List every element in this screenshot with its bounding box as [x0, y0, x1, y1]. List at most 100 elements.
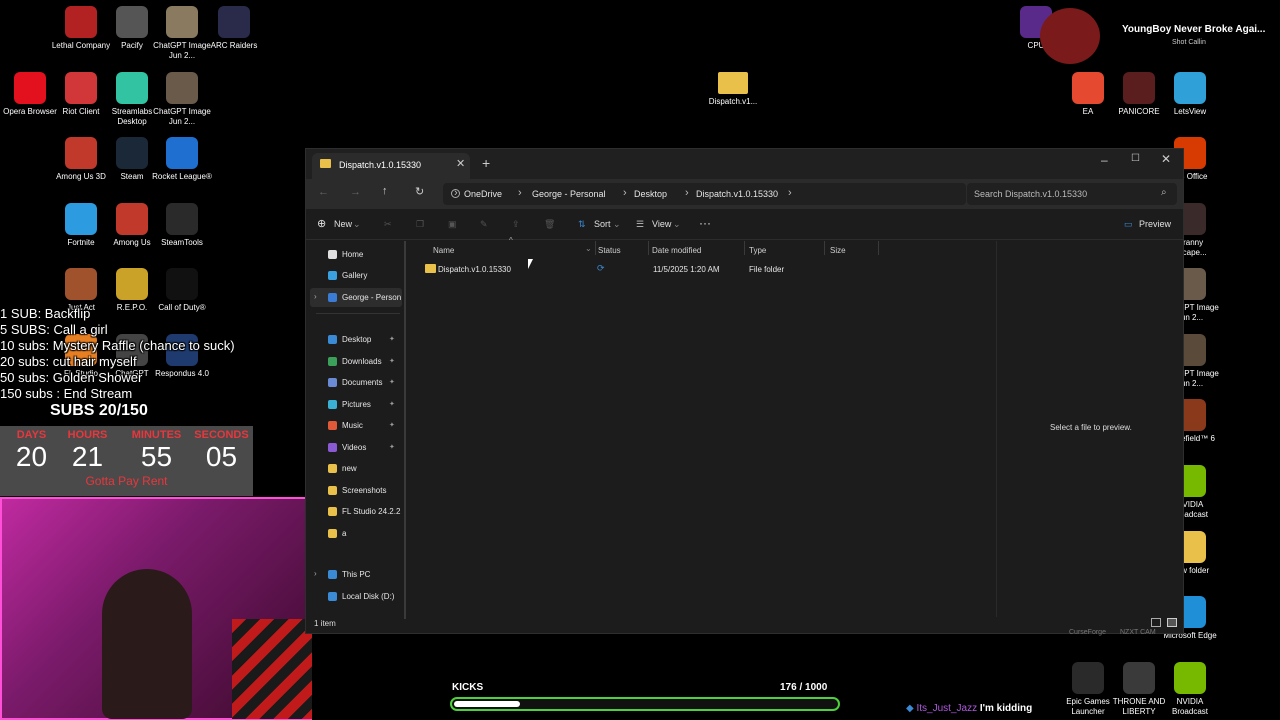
pin-icon[interactable]: ✦ — [389, 378, 395, 386]
desktop-icon-label: Rocket League® — [152, 172, 212, 181]
nav-item-label: Documents — [342, 378, 383, 387]
preview-button[interactable]: Preview — [1139, 219, 1171, 229]
app-icon — [166, 268, 198, 300]
pin-icon[interactable]: ✦ — [389, 357, 395, 365]
paste-icon[interactable]: ▣ — [448, 219, 457, 230]
refresh-icon[interactable]: ↻ — [415, 185, 424, 198]
app-icon — [116, 203, 148, 235]
close-tab-icon[interactable]: ✕ — [456, 157, 465, 170]
desktop-folder-label: Dispatch.v1... — [708, 97, 758, 106]
breadcrumb-george[interactable]: George - Personal — [532, 189, 606, 199]
command-bar: ⊕ New ⌄ ✂ ❐ ▣ ✎ ⇪ 🗑 ⇅ Sort ⌄ ☰ View ⌄ ··… — [306, 211, 1183, 240]
new-tab-icon[interactable]: + — [482, 155, 490, 171]
app-icon — [166, 6, 198, 38]
more-options-button[interactable]: ··· — [699, 216, 711, 230]
chevron-down-icon: ⌄ — [585, 244, 592, 253]
rename-icon[interactable]: ✎ — [480, 219, 488, 230]
row-type: File folder — [749, 265, 785, 274]
desktop-icon[interactable]: NVIDIA Broadcast — [1160, 662, 1220, 717]
delete-icon[interactable]: 🗑 — [544, 219, 555, 230]
app-icon — [1072, 72, 1104, 104]
column-date-modified[interactable]: Date modified — [652, 246, 701, 255]
chevron-down-icon: ⌄ — [673, 219, 681, 229]
navigation-pane: Home Gallery George - Person › Desktop ✦ Downl… — [306, 241, 406, 621]
pin-icon[interactable]: ✦ — [389, 335, 395, 343]
mouse-cursor-icon — [528, 259, 533, 269]
desktop-icon-label: Steam — [120, 172, 144, 181]
chevron-right-icon: › — [518, 187, 522, 199]
column-separator[interactable] — [744, 241, 745, 255]
column-status[interactable]: Status — [598, 246, 621, 255]
up-icon[interactable]: ↑ — [382, 185, 388, 197]
desktop-icon[interactable]: ChatGPT Image Jun 2... — [152, 6, 212, 61]
column-separator[interactable] — [878, 241, 879, 255]
column-separator[interactable] — [595, 241, 596, 255]
details-view-icon[interactable] — [1151, 618, 1161, 627]
maximize-icon[interactable]: ☐ — [1131, 153, 1140, 164]
preview-pane-icon: ▭ — [1124, 219, 1133, 229]
column-size[interactable]: Size — [830, 246, 846, 255]
nav-item-label: This PC — [342, 570, 371, 579]
breadcrumb-desktop[interactable]: Desktop — [634, 189, 667, 199]
tiles-view-icon[interactable] — [1167, 618, 1177, 627]
sort-button[interactable]: Sort — [594, 219, 611, 229]
nav-scrollbar[interactable] — [404, 241, 406, 619]
curseforge-label: CurseForge — [1069, 629, 1106, 636]
share-icon[interactable]: ⇪ — [512, 219, 520, 230]
desktop-icon[interactable]: SteamTools — [152, 203, 212, 248]
desktop-icon-label: PANICORE — [1118, 107, 1160, 116]
back-icon[interactable]: ← — [318, 186, 329, 198]
desktop-icon[interactable]: ARC Raiders — [204, 6, 264, 51]
breadcrumb-onedrive[interactable]: OneDrive — [464, 189, 502, 199]
sort-up-icon: ^ — [509, 236, 513, 245]
column-separator[interactable] — [648, 241, 649, 255]
nav-item-label: Home — [342, 250, 364, 259]
chevron-right-icon[interactable]: › — [314, 292, 317, 301]
desktop-icon[interactable]: ChatGPT Image Jun 2... — [152, 72, 212, 127]
desktop-icon-label: R.E.P.O. — [116, 303, 148, 312]
preview-message: Select a file to preview. — [1050, 423, 1132, 432]
status-item-count: 1 item — [314, 619, 336, 628]
pin-icon[interactable]: ✦ — [389, 400, 395, 408]
chevron-right-icon[interactable]: › — [314, 569, 317, 578]
desktop-icon-label: Call of Duty® — [158, 303, 206, 312]
column-separator[interactable] — [824, 241, 825, 255]
nav-item-label: FL Studio 24.2.2 — [342, 507, 401, 516]
desktop-icon[interactable]: LetsView — [1160, 72, 1220, 117]
column-name[interactable]: Name — [433, 246, 454, 255]
folder-icon — [328, 528, 337, 538]
explorer-tab[interactable]: Dispatch.v1.0.15330 ✕ — [312, 153, 470, 179]
nav-item-label: Local Disk (D:) — [342, 591, 395, 601]
pin-icon[interactable]: ✦ — [389, 443, 395, 451]
row-name[interactable]: Dispatch.v1.0.15330 — [438, 265, 511, 274]
breadcrumb-dispatch[interactable]: Dispatch.v1.0.15330 — [696, 189, 778, 199]
breadcrumb[interactable]: › OneDrive › George - Personal › Desktop… — [443, 183, 966, 205]
cut-icon[interactable]: ✂ — [384, 219, 392, 230]
nav-item-label: George - Person — [342, 293, 402, 302]
copy-icon[interactable]: ❐ — [416, 219, 424, 230]
desktop-icon-label: Streamlabs Desktop — [111, 107, 153, 126]
desktop-folder-dispatch[interactable]: Dispatch.v1... — [703, 72, 763, 107]
kicks-current: 176 — [780, 682, 797, 693]
timer-minutes: MINUTES 55 — [125, 426, 188, 473]
address-bar-row: ← → ↑ ↻ › OneDrive › George - Personal ›… — [306, 179, 1183, 209]
timer-hours: HOURS 21 — [56, 426, 119, 473]
sub-goal-line: 20 subs: cut hair myself — [0, 354, 137, 369]
forward-icon[interactable]: → — [350, 186, 361, 198]
column-type[interactable]: Type — [749, 246, 766, 255]
search-box[interactable]: Search Dispatch.v1.0.15330 ⌕ — [967, 183, 1177, 205]
desktop-icon[interactable]: Rocket League® — [152, 137, 212, 182]
title-bar: Dispatch.v1.0.15330 ✕ + – ☐ ✕ — [306, 149, 1183, 179]
view-button[interactable]: View — [652, 219, 671, 229]
folder-icon — [328, 442, 337, 452]
search-input[interactable]: Search Dispatch.v1.0.15330 — [974, 189, 1087, 199]
pin-icon[interactable]: ✦ — [389, 421, 395, 429]
desktop-icon[interactable]: Call of Duty® — [152, 268, 212, 313]
folder-icon — [328, 356, 337, 366]
close-window-icon[interactable]: ✕ — [1161, 152, 1171, 166]
timer-value-days: 20 — [15, 441, 48, 472]
chevron-right-icon: › — [788, 187, 792, 199]
minimize-icon[interactable]: – — [1101, 153, 1108, 167]
app-icon — [116, 137, 148, 169]
new-button[interactable]: New — [334, 219, 352, 229]
